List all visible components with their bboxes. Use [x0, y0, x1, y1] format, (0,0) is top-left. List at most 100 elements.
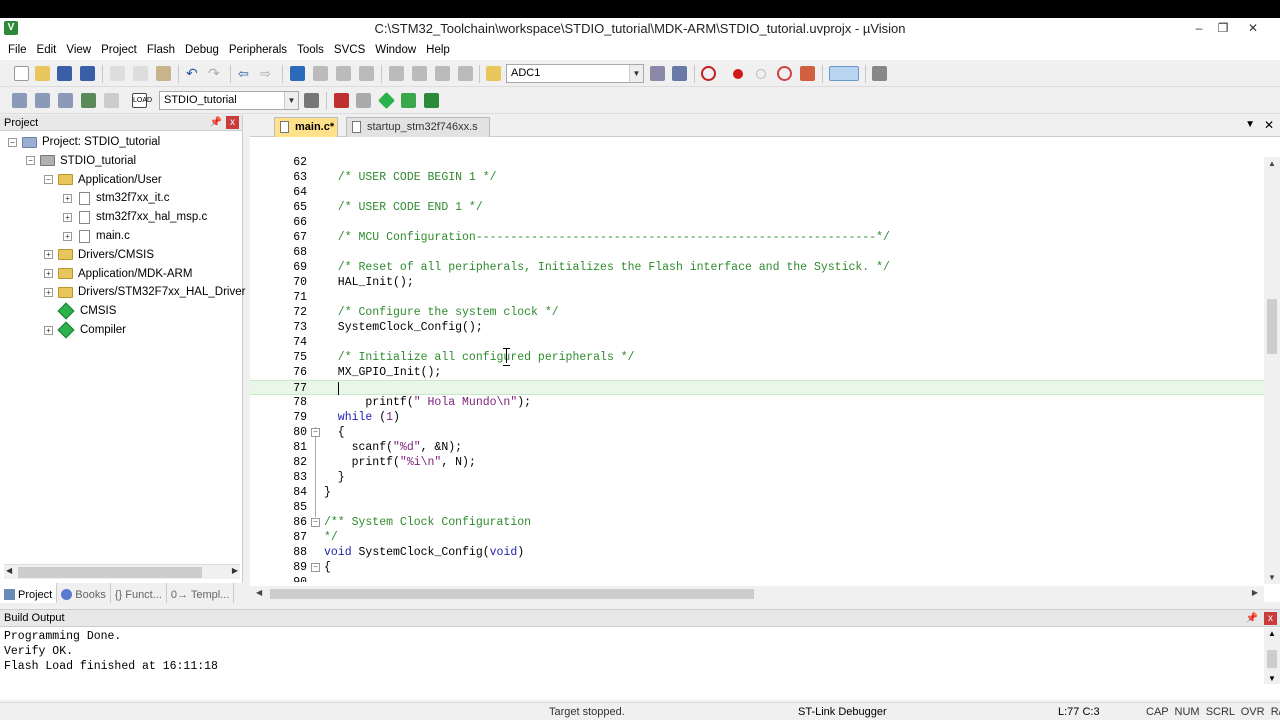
- scrollbar-thumb[interactable]: [18, 567, 202, 578]
- menu-project[interactable]: Project: [96, 44, 142, 56]
- undo-icon[interactable]: ↶: [186, 66, 201, 81]
- enable-breakpoint-icon[interactable]: [756, 69, 766, 79]
- code-line[interactable]: 62: [250, 157, 1264, 170]
- code-line[interactable]: 64: [250, 185, 1264, 200]
- code-line[interactable]: 67 /* MCU Configuration-----------------…: [250, 230, 1264, 245]
- tab-startup-file[interactable]: startup_stm32f746xx.s: [346, 117, 490, 137]
- tab-books[interactable]: Books: [57, 583, 111, 603]
- menu-svcs[interactable]: SVCS: [329, 44, 370, 56]
- code-line[interactable]: 84}: [250, 485, 1264, 500]
- rebuild-icon[interactable]: [58, 93, 73, 108]
- tab-functions[interactable]: {} Funct...: [111, 583, 167, 603]
- cut-icon[interactable]: [110, 66, 125, 81]
- select-packs-icon[interactable]: [356, 93, 371, 108]
- tree-item[interactable]: − Application/User: [44, 171, 162, 189]
- scroll-up-icon[interactable]: ▲: [1268, 159, 1276, 168]
- scrollbar-thumb[interactable]: [1267, 650, 1277, 668]
- target-combo[interactable]: STDIO_tutorial ▼: [159, 91, 299, 110]
- code-line[interactable]: 72 /* Configure the system clock */: [250, 305, 1264, 320]
- tree-item[interactable]: CMSIS: [44, 302, 116, 320]
- code-line[interactable]: 90: [250, 575, 1264, 582]
- copy-icon[interactable]: [133, 66, 148, 81]
- save-all-icon[interactable]: [80, 66, 95, 81]
- disable-breakpoints-icon[interactable]: [777, 66, 792, 81]
- scroll-down-icon[interactable]: ▼: [1268, 674, 1276, 683]
- window-layout-icon[interactable]: [829, 66, 859, 81]
- expand-icon[interactable]: +: [63, 231, 72, 241]
- navigate-forward-icon[interactable]: ⇨: [260, 66, 275, 81]
- menu-peripherals[interactable]: Peripherals: [224, 44, 292, 56]
- code-line[interactable]: 86−/** System Clock Configuration: [250, 515, 1264, 530]
- batch-build-icon[interactable]: [81, 93, 96, 108]
- unindent-icon[interactable]: [412, 66, 427, 81]
- scrollbar-thumb[interactable]: [270, 589, 754, 599]
- code-line[interactable]: 75 /* Initialize all configured peripher…: [250, 350, 1264, 365]
- code-line[interactable]: 76 MX_GPIO_Init();: [250, 365, 1264, 380]
- close-tab-icon[interactable]: ✕: [1264, 118, 1274, 132]
- code-line[interactable]: 69 /* Reset of all peripherals, Initiali…: [250, 260, 1264, 275]
- manage-project-items-icon[interactable]: [334, 93, 349, 108]
- project-horizontal-scrollbar[interactable]: ◀ ▶: [4, 564, 240, 579]
- minimize-button[interactable]: –: [1186, 19, 1212, 37]
- configure-tools-icon[interactable]: [872, 66, 887, 81]
- scroll-up-icon[interactable]: ▲: [1268, 629, 1276, 638]
- software-packs-icon[interactable]: [424, 93, 439, 108]
- target-options-icon[interactable]: [304, 93, 319, 108]
- comment-icon[interactable]: [435, 66, 450, 81]
- build-icon[interactable]: [35, 93, 50, 108]
- menu-debug[interactable]: Debug: [180, 44, 224, 56]
- expand-icon[interactable]: +: [44, 250, 53, 260]
- code-line[interactable]: 73 SystemClock_Config();: [250, 320, 1264, 335]
- kill-breakpoints-icon[interactable]: [800, 66, 815, 81]
- save-icon[interactable]: [57, 66, 72, 81]
- close-panel-button[interactable]: x: [1264, 612, 1277, 625]
- scrollbar-thumb[interactable]: [1267, 299, 1277, 354]
- tree-item[interactable]: + Drivers/CMSIS: [44, 246, 154, 264]
- navigate-back-icon[interactable]: ⇦: [238, 66, 253, 81]
- fold-toggle-icon[interactable]: −: [311, 518, 320, 527]
- code-line[interactable]: 83 }: [250, 470, 1264, 485]
- bookmark-icon[interactable]: [290, 66, 305, 81]
- code-area[interactable]: 62 63 /* USER CODE BEGIN 1 */64 65 /* USER…: [250, 157, 1264, 582]
- close-panel-button[interactable]: x: [226, 116, 239, 129]
- code-line[interactable]: 65 /* USER CODE END 1 */: [250, 200, 1264, 215]
- expand-icon[interactable]: +: [44, 287, 53, 297]
- tab-main-c[interactable]: main.c*: [274, 117, 338, 137]
- menu-file[interactable]: File: [3, 44, 32, 56]
- menu-view[interactable]: View: [61, 44, 96, 56]
- tab-project[interactable]: Project: [0, 583, 58, 603]
- code-line[interactable]: 81 scanf("%d", &N);: [250, 440, 1264, 455]
- scroll-down-icon[interactable]: ▼: [1268, 573, 1276, 582]
- new-file-icon[interactable]: [14, 66, 29, 81]
- close-button[interactable]: ✕: [1240, 19, 1266, 37]
- scroll-right-icon[interactable]: ▶: [232, 566, 238, 575]
- editor-horizontal-scrollbar[interactable]: ◀ ▶: [250, 586, 1264, 602]
- collapse-icon[interactable]: −: [26, 156, 35, 166]
- prev-bookmark-icon[interactable]: [313, 66, 328, 81]
- tree-item[interactable]: − STDIO_tutorial: [26, 152, 136, 170]
- tree-item[interactable]: + stm32f7xx_it.c: [63, 189, 170, 207]
- pin-icon[interactable]: 📌: [1246, 610, 1258, 627]
- scroll-left-icon[interactable]: ◀: [6, 566, 12, 575]
- tree-item[interactable]: + Compiler: [44, 321, 126, 339]
- manage-run-time-environment-icon[interactable]: [378, 92, 395, 109]
- tree-item[interactable]: − Project: STDIO_tutorial: [8, 133, 160, 151]
- code-line[interactable]: 68: [250, 245, 1264, 260]
- start-debug-icon[interactable]: [701, 66, 716, 81]
- code-line[interactable]: 89−{: [250, 560, 1264, 575]
- indent-icon[interactable]: [389, 66, 404, 81]
- expand-icon[interactable]: +: [44, 325, 53, 335]
- uncomment-icon[interactable]: [458, 66, 473, 81]
- menu-window[interactable]: Window: [370, 44, 421, 56]
- code-line[interactable]: 74: [250, 335, 1264, 350]
- menu-help[interactable]: Help: [421, 44, 455, 56]
- expand-icon[interactable]: +: [44, 269, 53, 279]
- collapse-icon[interactable]: −: [8, 137, 17, 147]
- download-icon[interactable]: LOAD: [132, 93, 152, 108]
- tab-list-dropdown-icon[interactable]: ▼: [1245, 119, 1255, 130]
- pin-icon[interactable]: 📌: [210, 115, 222, 131]
- find-icon[interactable]: [650, 66, 665, 81]
- editor-vertical-scrollbar[interactable]: ▲ ▼: [1264, 157, 1280, 584]
- scroll-left-icon[interactable]: ◀: [256, 588, 262, 597]
- collapse-icon[interactable]: −: [44, 175, 53, 185]
